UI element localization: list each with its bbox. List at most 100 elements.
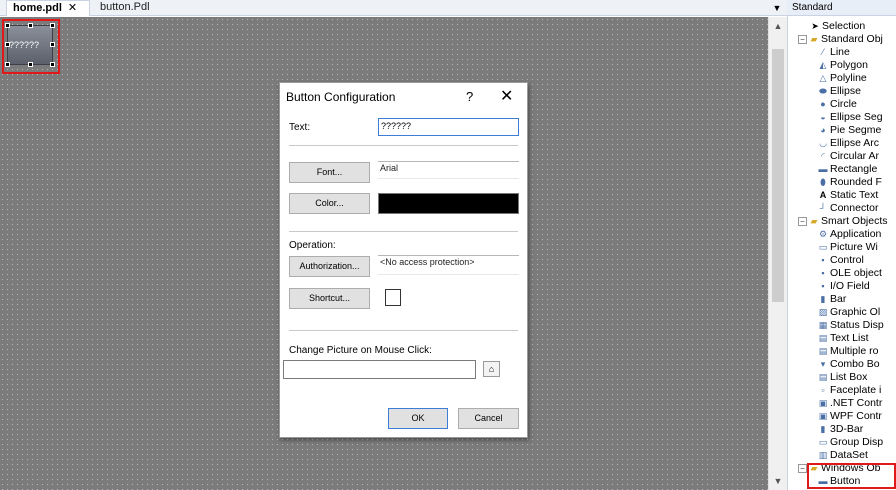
bar-icon: ▮ [820,294,826,304]
palette-item-text-list[interactable]: ▤ Text List [818,332,869,345]
cancel-button[interactable]: Cancel [458,408,519,429]
palette-item-label: DataSet [830,449,868,461]
palette-item-label: Rectangle [830,163,878,175]
palette-item-ole-object[interactable]: ▪ OLE object [818,267,882,280]
ok-button[interactable]: OK [388,408,448,429]
canvas-vertical-scrollbar[interactable]: ▲ ▼ [768,17,787,490]
divider [289,231,518,232]
palette-item-net-control[interactable]: ▣ .NET Contr [818,397,883,410]
palette-item-label: Application [830,228,882,240]
dataset-icon: ▥ [818,450,828,460]
palette-item-faceplate-instance[interactable]: ▫ Faceplate i [818,384,881,397]
operation-label: Operation: [289,240,336,251]
palette-item-line[interactable]: ⁄ Line [818,46,850,59]
palette-item-label: Standard Obj [821,33,883,45]
color-button[interactable]: Color... [289,193,370,214]
browse-picture-icon[interactable]: ⌂ [483,361,500,377]
palette-item-selection[interactable]: ➤ Selection [810,20,865,33]
palette-item-label: Polyline [830,72,867,84]
palette-item-label: Connector [830,202,879,214]
palette-item-label: Ellipse [830,85,861,97]
palette-item-pie-segment[interactable]: ◕ Pie Segme [818,124,881,137]
resize-handle[interactable] [5,42,10,47]
palette-item-label: Control [830,254,864,266]
text-input[interactable]: ?????? [378,118,519,136]
palette-item-circular-arc[interactable]: ◜ Circular Ar [818,150,879,163]
circular-arc-icon: ◜ [821,151,825,161]
rectangle-icon: ▬ [818,164,828,174]
palette-item-polygon[interactable]: ◭ Polygon [818,59,868,72]
palette-item-combo-box[interactable]: ▾ Combo Bo [818,358,880,371]
palette-item-label: .NET Contr [830,397,883,409]
authorization-button[interactable]: Authorization... [289,256,370,277]
palette-item-circle[interactable]: ● Circle [818,98,857,111]
palette-item-label: Pie Segme [830,124,882,136]
resize-handle[interactable] [50,23,55,28]
button-object[interactable]: ?????? [7,25,53,65]
palette-item-polyline[interactable]: △ Polyline [818,72,867,85]
static-text-icon: A [819,190,827,200]
palette-item-label: 3D-Bar [830,423,864,435]
palette-item-ellipse-arc[interactable]: ◡ Ellipse Arc [818,137,879,150]
close-icon[interactable]: ✕ [500,86,513,106]
palette-item-io-field[interactable]: ▪ I/O Field [818,280,869,293]
font-button[interactable]: Font... [289,162,370,183]
scroll-up-icon[interactable]: ▲ [769,19,787,33]
document-tab-bar: home.pdl ✕ button.Pdl ▼ [0,0,787,16]
shortcut-button[interactable]: Shortcut... [289,288,370,309]
tab-label: home.pdl [13,2,62,14]
palette-item-connector[interactable]: ┘ Connector [818,202,879,215]
palette-item-label: WPF Contr [830,410,882,422]
control-icon: ▪ [821,255,825,265]
palette-folder-smart-objects[interactable]: − ▰ Smart Objects [798,215,888,228]
palette-item-rectangle[interactable]: ▬ Rectangle [818,163,878,176]
palette-item-ellipse-segment[interactable]: ◒ Ellipse Seg [818,111,882,124]
palette-item-static-text[interactable]: A Static Text [818,189,879,202]
palette-item-bar[interactable]: ▮ Bar [818,293,847,306]
line-icon: ⁄ [822,47,824,57]
resize-handle[interactable] [5,62,10,67]
palette-item-dataset[interactable]: ▥ DataSet [818,449,868,462]
help-icon[interactable]: ? [466,89,473,104]
palette-item-picture-window[interactable]: ▭ Picture Wi [818,241,878,254]
resize-handle[interactable] [28,62,33,67]
palette-item-label: Circular Ar [830,150,880,162]
palette-item-graphic-object[interactable]: ▨ Graphic Ol [818,306,880,319]
collapse-icon[interactable]: − [798,34,807,44]
text-label: Text: [289,122,311,133]
palette-item-list-box[interactable]: ▤ List Box [818,371,868,384]
polyline-icon: △ [819,73,827,83]
palette-item-multiple-row-text[interactable]: ▤ Multiple ro [818,345,879,358]
palette-folder-standard-objects[interactable]: − ▰ Standard Obj [798,33,883,46]
ole-object-icon: ▪ [821,268,825,278]
resize-handle[interactable] [50,42,55,47]
palette-item-ellipse[interactable]: ⬬ Ellipse [818,85,861,98]
palette-item-application-window[interactable]: ⚙ Application [818,228,881,241]
chevron-down-icon[interactable]: ▼ [771,2,783,14]
palette-item-wpf-control[interactable]: ▣ WPF Contr [818,410,882,423]
tab-button-pdl[interactable]: button.Pdl [94,0,156,16]
palette-item-3d-bar[interactable]: ▮ 3D-Bar [818,423,864,436]
multiple-row-text-icon: ▤ [818,346,828,356]
collapse-icon[interactable]: − [798,216,807,226]
resize-handle[interactable] [50,62,55,67]
resize-handle[interactable] [5,23,10,28]
scrollbar-thumb[interactable] [772,49,784,302]
tab-home-pdl[interactable]: home.pdl ✕ [6,0,90,16]
palette-item-control[interactable]: ▪ Control [818,254,864,267]
picture-input[interactable] [283,360,476,379]
close-icon[interactable]: ✕ [68,2,77,14]
divider [289,330,518,331]
palette-item-label: Line [830,46,850,58]
group-display-icon: ▭ [818,437,828,447]
text-list-icon: ▤ [818,333,828,343]
change-picture-label: Change Picture on Mouse Click: [289,345,432,356]
resize-handle[interactable] [28,23,33,28]
shortcut-checkbox[interactable] [385,289,401,306]
scroll-down-icon[interactable]: ▼ [769,474,787,488]
io-field-icon: ▪ [821,281,825,291]
palette-item-group-display[interactable]: ▭ Group Disp [818,436,883,449]
palette-item-status-display[interactable]: ▦ Status Disp [818,319,884,332]
palette-item-rounded-rectangle[interactable]: ⬮ Rounded F [818,176,882,189]
collapse-icon[interactable]: − [798,463,807,473]
